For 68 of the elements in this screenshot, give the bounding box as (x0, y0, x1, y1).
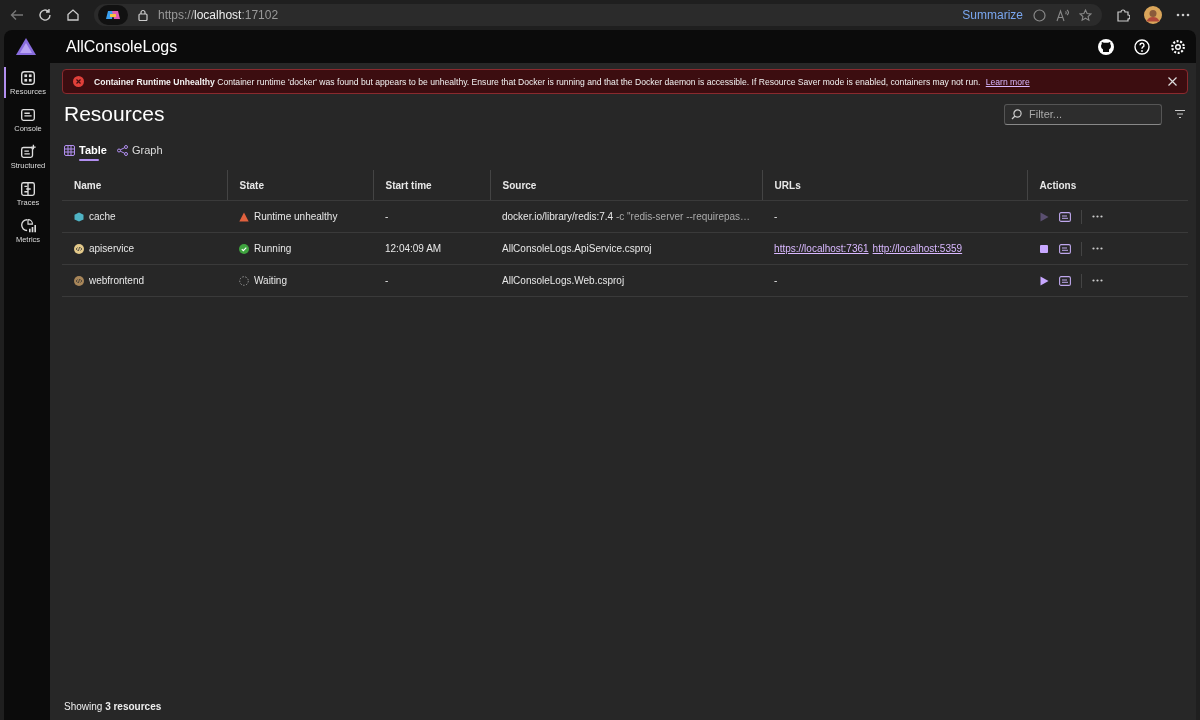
learn-more-link[interactable]: Learn more (985, 76, 1030, 87)
console-logs-icon[interactable] (1059, 211, 1072, 222)
more-icon[interactable] (1092, 247, 1104, 250)
more-icon[interactable] (1176, 13, 1190, 17)
filter-field[interactable]: Filter... (1004, 103, 1162, 125)
app-title: AllConsoleLogs (66, 37, 179, 56)
logo-icon[interactable] (16, 38, 36, 55)
spinner-icon (239, 275, 249, 286)
resource-name: cache (89, 211, 116, 222)
state-text: Runtime unhealthy (254, 211, 338, 222)
read-aloud-icon[interactable] (1056, 8, 1069, 22)
console-logs-icon[interactable] (1059, 243, 1072, 254)
page-title: Resources (63, 102, 166, 126)
source-text: AllConsoleLogs.Web.csproj (502, 275, 625, 286)
close-icon[interactable] (1168, 77, 1177, 86)
source-args: -c "redis-server --requirepas… (615, 211, 751, 222)
start-time: - (385, 275, 389, 286)
metrics-icon (19, 217, 37, 235)
start-time: 12:04:09 AM (385, 243, 442, 254)
state-text: Running (254, 243, 292, 254)
traces-icon (19, 180, 37, 198)
check-circle-icon (239, 243, 249, 254)
console-logs-icon[interactable] (1059, 275, 1072, 286)
share-icon (116, 144, 128, 156)
avatar-icon[interactable] (1144, 6, 1162, 24)
start-time: - (385, 211, 389, 222)
url-text: https://localhost:17102 (158, 8, 280, 22)
warning-icon (239, 211, 249, 222)
github-icon[interactable] (1098, 38, 1114, 55)
resource-count: Showing 3 resources (63, 701, 163, 712)
address-bar[interactable]: https://localhost:17102 Summarize (94, 4, 1102, 26)
stop-button[interactable] (1039, 243, 1050, 254)
url-text: - (774, 211, 778, 222)
star-icon[interactable] (1079, 8, 1092, 22)
source-text: docker.io/library/redis:7.4 (502, 211, 614, 222)
error-icon (73, 76, 84, 87)
back-icon[interactable] (10, 8, 24, 22)
settings-icon[interactable] (1170, 38, 1186, 55)
grid-icon (64, 144, 75, 156)
view-tab[interactable]: Graph (116, 144, 163, 160)
more-icon[interactable] (1092, 215, 1104, 218)
summarize-link[interactable]: Summarize (962, 8, 1023, 22)
lock-icon (138, 9, 148, 21)
column-header: Start time (373, 170, 490, 201)
resource-name: apiservice (89, 243, 135, 254)
home-icon[interactable] (66, 8, 80, 22)
column-header: URLs (762, 170, 1028, 201)
source-text: AllConsoleLogs.ApiService.csproj (502, 243, 652, 254)
start-button[interactable] (1039, 275, 1050, 286)
url-link[interactable]: http://localhost:5359 (872, 243, 963, 254)
column-header: Source (490, 170, 763, 201)
help-icon[interactable] (1134, 38, 1150, 55)
column-header: Actions (1027, 170, 1188, 201)
puzzle-icon[interactable] (1116, 8, 1130, 22)
view-tab[interactable]: Table (64, 144, 107, 160)
alert-message: Container Runtime Unhealthy Container runtime 'docker' was found but appears to be unhealthy. Ensure that Docker is running and that the Docker daemon is accessible. If Resource Saver mode is enabled, containers may not run. Learn more (94, 76, 1031, 87)
reload-icon[interactable] (38, 8, 52, 22)
filter-icon[interactable] (1174, 109, 1186, 119)
resources-icon (19, 69, 37, 87)
resource-name: webfrontend (89, 275, 145, 286)
url-link[interactable]: https://localhost:7361 (774, 243, 869, 254)
more-icon[interactable] (1092, 279, 1104, 282)
url-text: - (774, 275, 778, 286)
column-header: State (227, 170, 373, 201)
console-icon (19, 106, 37, 124)
state-text: Waiting (254, 275, 287, 286)
structured-icon (19, 143, 37, 161)
column-header: Name (62, 170, 227, 201)
